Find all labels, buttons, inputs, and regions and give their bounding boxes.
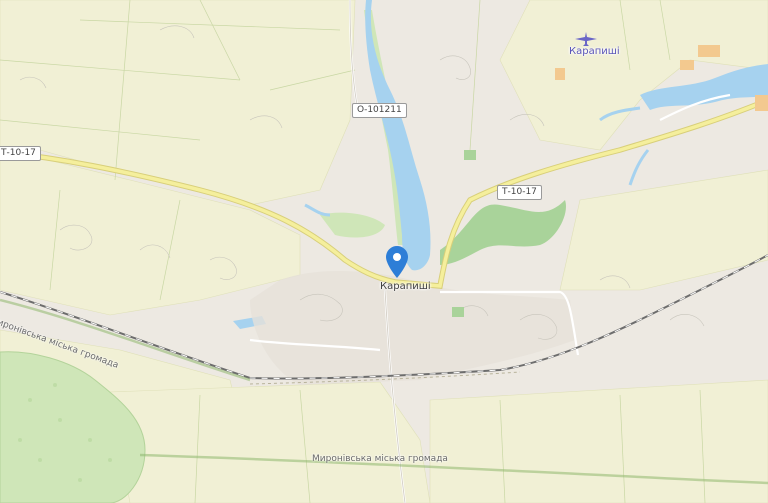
boundary-label-south: Миронівська міська громада: [312, 454, 448, 464]
road-shield-t1017-west: Т-10-17: [0, 146, 41, 161]
road-shield-t1017-east: Т-10-17: [497, 185, 542, 200]
map-canvas[interactable]: Т-10-17 Т-10-17 О-101211 Карапиші Карапи…: [0, 0, 768, 503]
place-label-airfield[interactable]: Карапиші: [569, 46, 620, 57]
place-label-village[interactable]: Карапиші: [380, 281, 431, 292]
road-shield-o101211: О-101211: [352, 103, 407, 118]
map-base-layer: [0, 0, 768, 503]
